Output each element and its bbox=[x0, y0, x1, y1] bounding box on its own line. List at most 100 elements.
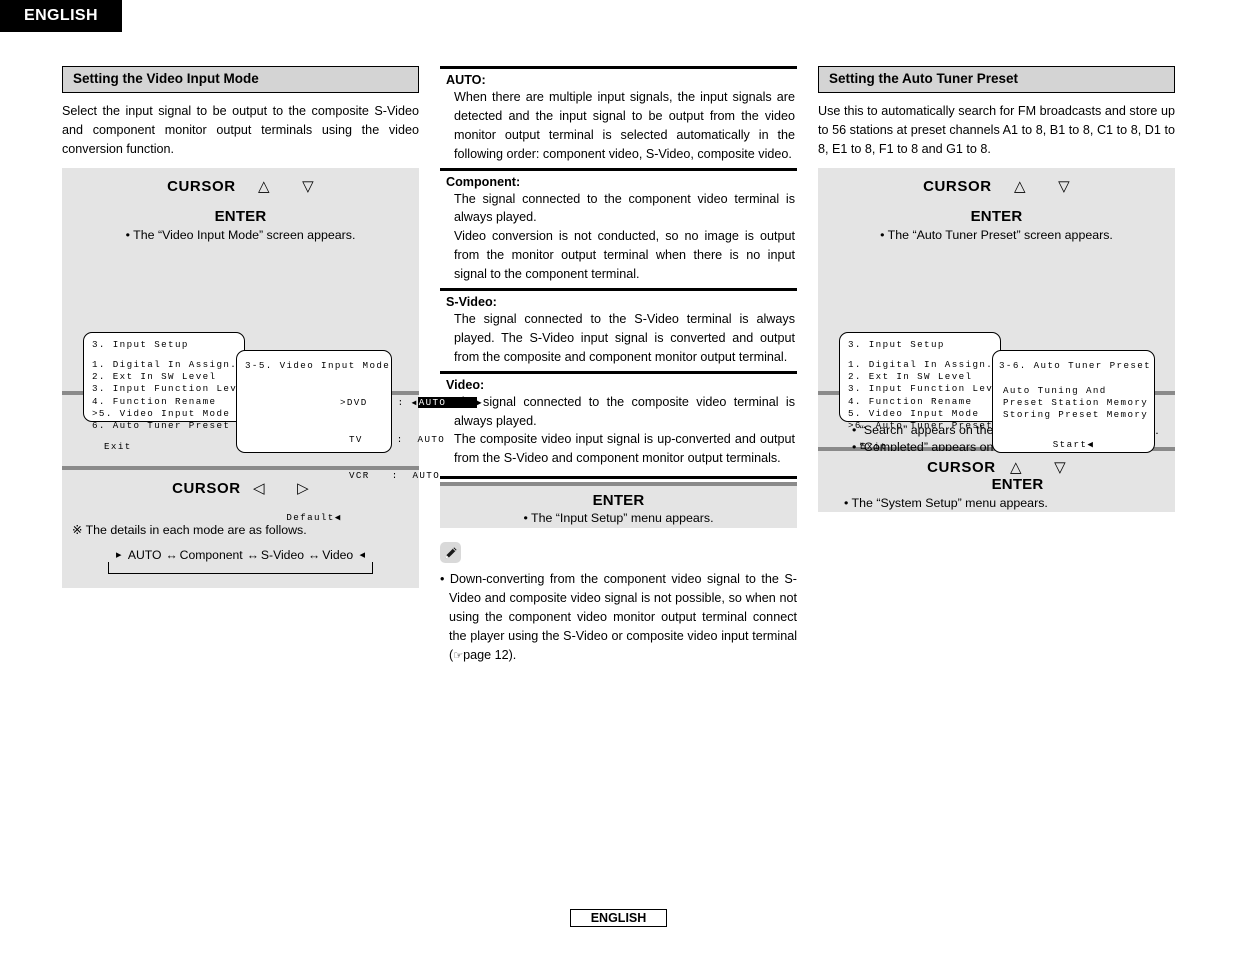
osd-value-rows: >DVD: ◀AUTO ▶ TV: AUTO VCR: AUTO bbox=[237, 385, 484, 495]
osd-title: 3. Input Setup bbox=[92, 338, 189, 350]
step-1-bullet: • The “Auto Tuner Preset” screen appears… bbox=[880, 227, 1113, 242]
osd-title: 3-5. Video Input Mode bbox=[245, 359, 391, 371]
mode-cycle-loop-arrow-left-icon: ▸ bbox=[116, 549, 122, 562]
section-heading-video-input-mode: Setting the Video Input Mode bbox=[62, 66, 419, 93]
osd-row-label: >DVD bbox=[339, 397, 368, 409]
osd-screen-auto-tuner-preset: 3-6. Auto Tuner Preset Auto Tuning And P… bbox=[992, 349, 1155, 453]
cursor-down-icon: ▽ bbox=[1058, 177, 1070, 195]
osd-screen-video-input-mode: 3-5. Video Input Mode >DVD: ◀AUTO ▶ TV: … bbox=[236, 349, 482, 523]
osd-menu-item: 2. Ext In SW Level bbox=[92, 371, 217, 383]
osd-description-line: Storing Preset Memory bbox=[1003, 409, 1149, 421]
step-panel-3: CURSOR △ ▽ ENTER • The “System Setup” me… bbox=[818, 450, 1175, 512]
footer-language-box: ENGLISH bbox=[570, 909, 667, 927]
def-rule-bottom bbox=[440, 476, 797, 480]
definition-paragraph: Video conversion is not conducted, so no… bbox=[454, 229, 795, 282]
mode-cycle-diagram: AUTO ↔ Component ↔ S-Video ↔ Video ▸ ◂ bbox=[108, 547, 373, 574]
cursor-label: CURSOR bbox=[923, 177, 992, 195]
definition-body: The signal connected to the S-Video term… bbox=[440, 310, 797, 367]
definition-auto: AUTO: When there are multiple input sign… bbox=[440, 69, 797, 168]
osd-menu-list: 1. Digital In Assign. 2. Ext In SW Level… bbox=[84, 359, 244, 432]
definition-paragraph: The signal connected to the composite vi… bbox=[454, 394, 795, 428]
definition-paragraph: The signal connected to the S-Video term… bbox=[454, 312, 795, 364]
cursor-down-icon: ▽ bbox=[302, 177, 314, 195]
column-mode-definitions: AUTO: When there are multiple input sign… bbox=[440, 66, 797, 665]
definition-term: S-Video: bbox=[446, 295, 497, 310]
osd-title: 3-6. Auto Tuner Preset bbox=[999, 359, 1152, 371]
osd-menu-list: 1. Digital In Assign. 2. Ext In SW Level… bbox=[840, 359, 1000, 432]
definition-term: AUTO: bbox=[446, 73, 486, 87]
osd-exit-item: Exit bbox=[104, 440, 132, 452]
intro-paragraph-video-input-mode: Select the input signal to be output to … bbox=[62, 103, 419, 156]
osd-start-action: Start◀ bbox=[1052, 438, 1095, 450]
step-panel-1: CURSOR △ ▽ ENTER • The “Auto Tuner Prese… bbox=[818, 167, 1175, 453]
step-1-enter-label: ENTER bbox=[214, 207, 267, 225]
step-1-bullet: • The “Video Input Mode” screen appears. bbox=[125, 227, 356, 242]
column-video-input-mode: Setting the Video Input Mode Select the … bbox=[62, 66, 482, 588]
language-tab: ENGLISH bbox=[0, 0, 122, 32]
osd-menu-item: 6. Auto Tuner Preset bbox=[92, 419, 231, 431]
osd-menu-item: 3. Input Function Leve bbox=[848, 383, 1001, 395]
intro-paragraph-auto-tuner-preset: Use this to automatically search for FM … bbox=[818, 103, 1175, 156]
osd-screen-input-setup: 3. Input Setup 1. Digital In Assign. 2. … bbox=[83, 331, 245, 452]
step-3-bullet: • The “System Setup” menu appears. bbox=[844, 495, 1048, 510]
definition-body: The signal connected to the component vi… bbox=[440, 190, 797, 284]
definition-term: Video: bbox=[446, 377, 485, 392]
osd-description-line: Preset Station Memory bbox=[1003, 397, 1149, 409]
step-panel-enter: ENTER • The “Input Setup” menu appears. bbox=[440, 486, 797, 529]
section-heading-auto-tuner-preset: Setting the Auto Tuner Preset bbox=[818, 66, 1175, 93]
osd-row-value: AUTO bbox=[417, 434, 446, 446]
pencil-icon bbox=[440, 542, 461, 564]
mode-option-svideo: S-Video bbox=[260, 547, 305, 562]
mode-cycle-arrow-icon: ↔ bbox=[246, 547, 259, 562]
definition-component: Component: The signal connected to the c… bbox=[440, 171, 797, 288]
osd-description-lines: Auto Tuning And Preset Station Memory St… bbox=[993, 385, 1154, 421]
osd-menu-item-selected: >5. Video Input Mode bbox=[92, 407, 231, 419]
mode-cycle-row: AUTO ↔ Component ↔ S-Video ↔ Video bbox=[108, 547, 373, 562]
osd-row-label: VCR bbox=[348, 470, 370, 482]
osd-description-line: Auto Tuning And bbox=[1003, 385, 1107, 397]
mode-details-note: ※ The details in each mode are as follow… bbox=[72, 522, 307, 537]
osd-menu-item: 1. Digital In Assign. bbox=[848, 359, 994, 371]
mode-cycle-arrow-icon: ↔ bbox=[165, 547, 177, 562]
osd-menu-item: 4. Function Rename bbox=[92, 395, 217, 407]
definition-body: The signal connected to the composite vi… bbox=[440, 393, 797, 469]
osd-row-value: AUTO bbox=[412, 470, 441, 482]
osd-row-dvd: >DVD: ◀AUTO ▶ bbox=[339, 397, 484, 409]
definition-svideo: S-Video: The signal connected to the S-V… bbox=[440, 291, 797, 371]
osd-menu-item: 3. Input Function Leve bbox=[92, 383, 245, 395]
definition-video: Video: The signal connected to the compo… bbox=[440, 374, 797, 473]
osd-default-action: Default◀ bbox=[286, 511, 342, 523]
osd-row-colon: : bbox=[396, 434, 404, 446]
mode-option-video: Video bbox=[322, 547, 354, 562]
step-1-enter-label: ENTER bbox=[970, 207, 1023, 225]
cursor-up-icon: △ bbox=[258, 177, 270, 195]
section-title-text: Setting the Video Input Mode bbox=[73, 71, 259, 86]
definition-body: When there are multiple input signals, t… bbox=[440, 88, 797, 164]
cursor-up-icon: △ bbox=[1010, 458, 1022, 476]
osd-exit-item: Exit bbox=[860, 440, 888, 452]
pencil-note-text: • Down-converting from the component vid… bbox=[440, 570, 797, 664]
mode-option-component: Component bbox=[179, 547, 243, 562]
cursor-label: CURSOR bbox=[167, 177, 236, 195]
cursor-label: CURSOR bbox=[927, 458, 996, 476]
definition-paragraph: When there are multiple input signals, t… bbox=[454, 90, 795, 161]
pointing-hand-icon: ☞ bbox=[453, 648, 464, 662]
enter-bullet: • The “Input Setup” menu appears. bbox=[523, 511, 714, 526]
pencil-note-page-ref: page 12). bbox=[463, 647, 517, 662]
definition-term: Component: bbox=[446, 174, 521, 189]
mode-option-auto: AUTO bbox=[127, 547, 162, 562]
column-auto-tuner-preset: Setting the Auto Tuner Preset Use this t… bbox=[818, 66, 1175, 512]
osd-row-colon: : bbox=[397, 397, 405, 409]
osd-menu-item-selected: >6. Auto Tuner Preset bbox=[848, 419, 994, 431]
cursor-down-icon: ▽ bbox=[1054, 458, 1066, 476]
osd-menu-item: 1. Digital In Assign. bbox=[92, 359, 238, 371]
mode-cycle-loop-arrow-right-icon: ◂ bbox=[359, 549, 365, 562]
osd-menu-item: 4. Function Rename bbox=[848, 395, 973, 407]
step-1-cursor-row: CURSOR △ ▽ bbox=[62, 168, 419, 195]
cursor-label: CURSOR bbox=[172, 479, 241, 497]
footer-language-label: ENGLISH bbox=[590, 911, 647, 925]
osd-row-vcr: VCR: AUTO bbox=[257, 458, 439, 494]
osd-row-tv: TV: AUTO bbox=[257, 422, 444, 458]
osd-title: 3. Input Setup bbox=[848, 338, 945, 350]
step-3-cursor-row: CURSOR △ ▽ bbox=[818, 451, 1175, 476]
